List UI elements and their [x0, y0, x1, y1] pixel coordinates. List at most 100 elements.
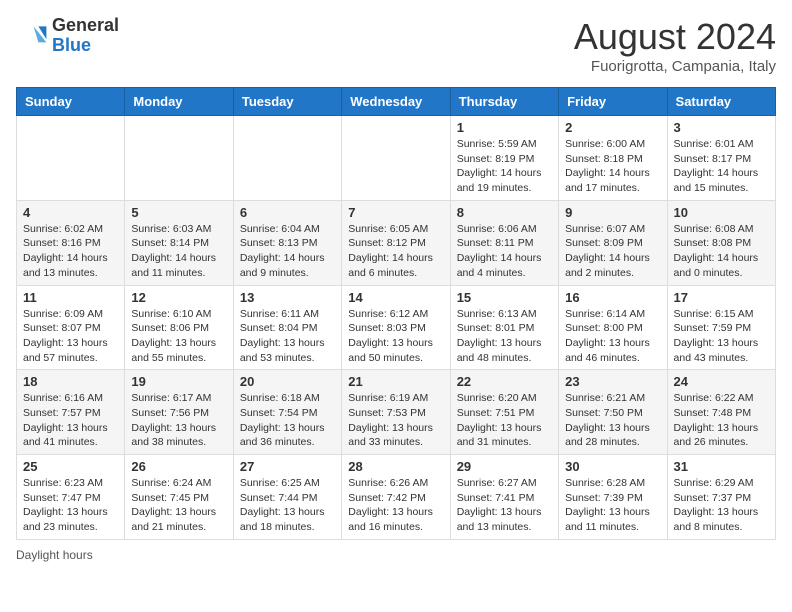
day-number: 6: [240, 205, 335, 220]
calendar-cell: 10 Sunrise: 6:08 AM Sunset: 8:08 PM Dayli…: [667, 200, 775, 285]
day-info: Sunrise: 6:04 AM Sunset: 8:13 PM Dayligh…: [240, 222, 335, 281]
day-number: 4: [23, 205, 118, 220]
calendar-cell: 27Sunrise: 6:25 AM Sunset: 7:44 PM Dayli…: [233, 455, 341, 540]
calendar-cell: 8 Sunrise: 6:06 AM Sunset: 8:11 PM Daylig…: [450, 200, 558, 285]
day-number: 13: [240, 290, 335, 305]
calendar-day-header: Saturday: [667, 88, 775, 116]
calendar-week-row: 18 Sunrise: 6:16 AM Sunset: 7:57 PM Dayli…: [17, 370, 776, 455]
day-number: 9: [565, 205, 660, 220]
calendar-cell: [233, 116, 341, 201]
day-info: Sunrise: 6:18 AM Sunset: 7:54 PM Dayligh…: [240, 391, 335, 450]
calendar-cell: 22 Sunrise: 6:20 AM Sunset: 7:51 PM Dayli…: [450, 370, 558, 455]
day-number: 25: [23, 459, 118, 474]
day-number: 10: [674, 205, 769, 220]
calendar-cell: 21Sunrise: 6:19 AM Sunset: 7:53 PM Dayli…: [342, 370, 450, 455]
calendar-week-row: 11Sunrise: 6:09 AM Sunset: 8:07 PM Dayli…: [17, 285, 776, 370]
calendar-cell: 6 Sunrise: 6:04 AM Sunset: 8:13 PM Daylig…: [233, 200, 341, 285]
calendar-day-header: Monday: [125, 88, 233, 116]
calendar-day-header: Friday: [559, 88, 667, 116]
day-info: Sunrise: 6:16 AM Sunset: 7:57 PM Dayligh…: [23, 391, 118, 450]
day-info: Sunrise: 6:19 AM Sunset: 7:53 PM Dayligh…: [348, 391, 443, 450]
day-info: Sunrise: 6:07 AM Sunset: 8:09 PM Dayligh…: [565, 222, 660, 281]
day-info: Sunrise: 6:27 AM Sunset: 7:41 PM Dayligh…: [457, 476, 552, 535]
day-info: Sunrise: 6:00 AM Sunset: 8:18 PM Dayligh…: [565, 137, 660, 196]
day-info: Sunrise: 5:59 AM Sunset: 8:19 PM Dayligh…: [457, 137, 552, 196]
calendar-cell: 28 Sunrise: 6:26 AM Sunset: 7:42 PM Dayli…: [342, 455, 450, 540]
footer: Daylight hours: [16, 548, 776, 562]
day-info: Sunrise: 6:29 AM Sunset: 7:37 PM Dayligh…: [674, 476, 769, 535]
day-number: 11: [23, 290, 118, 305]
day-number: 12: [131, 290, 226, 305]
day-number: 24: [674, 374, 769, 389]
day-info: Sunrise: 6:14 AM Sunset: 8:00 PM Dayligh…: [565, 307, 660, 366]
calendar-header-row: SundayMondayTuesdayWednesdayThursdayFrid…: [17, 88, 776, 116]
day-info: Sunrise: 6:03 AM Sunset: 8:14 PM Dayligh…: [131, 222, 226, 281]
day-number: 8: [457, 205, 552, 220]
calendar-cell: 15 Sunrise: 6:13 AM Sunset: 8:01 PM Dayli…: [450, 285, 558, 370]
calendar-day-header: Thursday: [450, 88, 558, 116]
calendar-cell: 5 Sunrise: 6:03 AM Sunset: 8:14 PM Daylig…: [125, 200, 233, 285]
day-info: Sunrise: 6:10 AM Sunset: 8:06 PM Dayligh…: [131, 307, 226, 366]
day-info: Sunrise: 6:26 AM Sunset: 7:42 PM Dayligh…: [348, 476, 443, 535]
calendar-cell: 2 Sunrise: 6:00 AM Sunset: 8:18 PM Daylig…: [559, 116, 667, 201]
calendar-cell: 14 Sunrise: 6:12 AM Sunset: 8:03 PM Dayli…: [342, 285, 450, 370]
title-block: August 2024 Fuorigrotta, Campania, Italy: [574, 16, 776, 75]
day-number: 14: [348, 290, 443, 305]
day-info: Sunrise: 6:24 AM Sunset: 7:45 PM Dayligh…: [131, 476, 226, 535]
calendar-cell: 18 Sunrise: 6:16 AM Sunset: 7:57 PM Dayli…: [17, 370, 125, 455]
day-number: 17: [674, 290, 769, 305]
day-number: 18: [23, 374, 118, 389]
day-info: Sunrise: 6:20 AM Sunset: 7:51 PM Dayligh…: [457, 391, 552, 450]
day-info: Sunrise: 6:05 AM Sunset: 8:12 PM Dayligh…: [348, 222, 443, 281]
day-info: Sunrise: 6:11 AM Sunset: 8:04 PM Dayligh…: [240, 307, 335, 366]
day-number: 26: [131, 459, 226, 474]
calendar-cell: 25 Sunrise: 6:23 AM Sunset: 7:47 PM Dayli…: [17, 455, 125, 540]
calendar-cell: 24Sunrise: 6:22 AM Sunset: 7:48 PM Dayli…: [667, 370, 775, 455]
calendar-cell: 26 Sunrise: 6:24 AM Sunset: 7:45 PM Dayli…: [125, 455, 233, 540]
calendar-week-row: 1Sunrise: 5:59 AM Sunset: 8:19 PM Daylig…: [17, 116, 776, 201]
location: Fuorigrotta, Campania, Italy: [574, 58, 776, 75]
day-number: 30: [565, 459, 660, 474]
calendar-cell: 12 Sunrise: 6:10 AM Sunset: 8:06 PM Dayli…: [125, 285, 233, 370]
day-number: 27: [240, 459, 335, 474]
day-number: 28: [348, 459, 443, 474]
day-number: 16: [565, 290, 660, 305]
logo: General Blue: [16, 16, 119, 56]
calendar-cell: 16 Sunrise: 6:14 AM Sunset: 8:00 PM Dayli…: [559, 285, 667, 370]
calendar-day-header: Sunday: [17, 88, 125, 116]
day-number: 5: [131, 205, 226, 220]
day-info: Sunrise: 6:06 AM Sunset: 8:11 PM Dayligh…: [457, 222, 552, 281]
calendar-cell: 13 Sunrise: 6:11 AM Sunset: 8:04 PM Dayli…: [233, 285, 341, 370]
day-info: Sunrise: 6:12 AM Sunset: 8:03 PM Dayligh…: [348, 307, 443, 366]
day-info: Sunrise: 6:21 AM Sunset: 7:50 PM Dayligh…: [565, 391, 660, 450]
day-info: Sunrise: 6:23 AM Sunset: 7:47 PM Dayligh…: [23, 476, 118, 535]
day-info: Sunrise: 6:02 AM Sunset: 8:16 PM Dayligh…: [23, 222, 118, 281]
calendar-cell: 30 Sunrise: 6:28 AM Sunset: 7:39 PM Dayli…: [559, 455, 667, 540]
calendar-cell: 31Sunrise: 6:29 AM Sunset: 7:37 PM Dayli…: [667, 455, 775, 540]
day-number: 3: [674, 120, 769, 135]
day-number: 15: [457, 290, 552, 305]
calendar-cell: 20Sunrise: 6:18 AM Sunset: 7:54 PM Dayli…: [233, 370, 341, 455]
calendar-cell: 9 Sunrise: 6:07 AM Sunset: 8:09 PM Daylig…: [559, 200, 667, 285]
calendar-cell: 3 Sunrise: 6:01 AM Sunset: 8:17 PM Daylig…: [667, 116, 775, 201]
day-info: Sunrise: 6:01 AM Sunset: 8:17 PM Dayligh…: [674, 137, 769, 196]
calendar-cell: [17, 116, 125, 201]
day-number: 2: [565, 120, 660, 135]
month-year: August 2024: [574, 16, 776, 58]
day-info: Sunrise: 6:15 AM Sunset: 7:59 PM Dayligh…: [674, 307, 769, 366]
daylight-label: Daylight hours: [16, 548, 93, 562]
calendar-day-header: Wednesday: [342, 88, 450, 116]
calendar-cell: 1Sunrise: 5:59 AM Sunset: 8:19 PM Daylig…: [450, 116, 558, 201]
day-number: 22: [457, 374, 552, 389]
calendar-cell: 11Sunrise: 6:09 AM Sunset: 8:07 PM Dayli…: [17, 285, 125, 370]
day-info: Sunrise: 6:17 AM Sunset: 7:56 PM Dayligh…: [131, 391, 226, 450]
calendar-week-row: 4 Sunrise: 6:02 AM Sunset: 8:16 PM Daylig…: [17, 200, 776, 285]
logo-blue: Blue: [52, 35, 91, 55]
day-info: Sunrise: 6:28 AM Sunset: 7:39 PM Dayligh…: [565, 476, 660, 535]
calendar-cell: 7Sunrise: 6:05 AM Sunset: 8:12 PM Daylig…: [342, 200, 450, 285]
day-info: Sunrise: 6:08 AM Sunset: 8:08 PM Dayligh…: [674, 222, 769, 281]
calendar-table: SundayMondayTuesdayWednesdayThursdayFrid…: [16, 87, 776, 540]
logo-text: General Blue: [52, 16, 119, 56]
calendar-week-row: 25 Sunrise: 6:23 AM Sunset: 7:47 PM Dayli…: [17, 455, 776, 540]
day-info: Sunrise: 6:13 AM Sunset: 8:01 PM Dayligh…: [457, 307, 552, 366]
